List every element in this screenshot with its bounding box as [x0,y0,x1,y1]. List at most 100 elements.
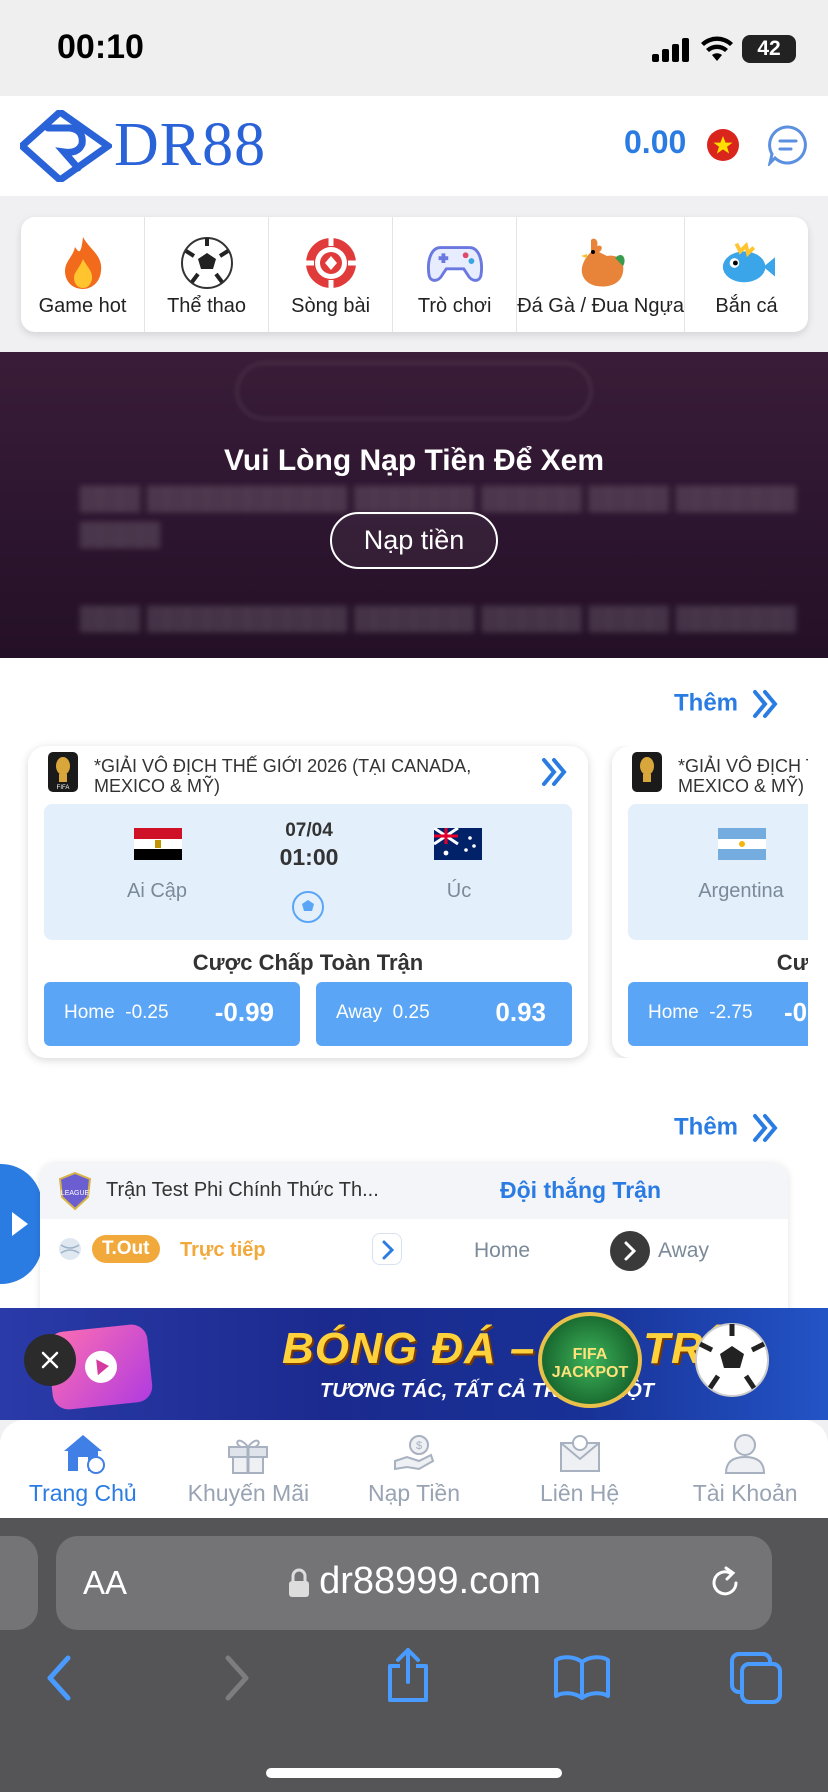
match-card[interactable]: *GIẢI VÔ ĐỊCH THẾ GIỚI 2026 (TẠI CANADA,… [612,746,808,1058]
chevron-right-icon [382,1240,395,1260]
match-card-clip: *GIẢI VÔ ĐỊCH THẾ GIỚI 2026 (TẠI CANADA,… [600,746,808,1058]
category-fishing[interactable]: Bắn cá [685,217,808,332]
status-bar: 00:10 42 [0,0,828,96]
blurred-text: ▇▇▇▇ [80,518,160,548]
mail-icon [556,1430,604,1476]
fire-icon [55,235,111,291]
home-team-name: Ai Cập [126,880,188,902]
category-games[interactable]: Trò chơi [393,217,518,332]
category-bar: Game hot Thể thao Sòng bài Trò chơi Đá G… [21,217,808,332]
back-icon[interactable] [42,1654,76,1702]
deposit-button[interactable]: Nạp tiền [330,512,498,569]
vietnam-flag-icon[interactable] [706,128,740,162]
browser-toolbar: AA dr88999.com [0,1518,828,1792]
deposit-required-message: Vui Lòng Nạp Tiền Để Xem [223,444,605,477]
soccer-ball-icon [179,235,235,291]
league-name: *GIẢI VÔ ĐỊCH THẾ GIỚI 2026 (TẠI CANADA,… [94,756,472,796]
fifa-trophy-icon: FIFA [48,752,78,792]
category-sports[interactable]: Thể thao [145,217,270,332]
double-chevron-right-icon [752,1114,778,1142]
bookmarks-icon[interactable] [552,1652,612,1700]
previous-tab-edge[interactable] [0,1536,38,1630]
svg-text:$: $ [416,1440,422,1452]
user-icon [721,1430,769,1476]
double-chevron-right-icon [752,690,778,718]
close-ad-button[interactable] [24,1334,76,1386]
tennis-ball-icon [59,1238,81,1260]
more-link[interactable]: Thêm [674,1112,781,1144]
soccer-ball-icon [292,891,324,923]
league-badge-icon: LEAGUE [58,1171,92,1211]
match-title: Trận Test Phi Chính Thức Th... [106,1179,379,1201]
away-odds-button[interactable]: Away 0.25 0.93 [316,982,572,1046]
league-name: *GIẢI VÔ ĐỊCH THẾ GIỚI 2026 (TẠI CANADA,… [678,756,808,796]
svg-text:LEAGUE: LEAGUE [61,1190,90,1197]
fifa-trophy-icon [632,752,662,792]
address-bar[interactable]: AA dr88999.com [56,1536,772,1630]
fifa-jackpot-badge: FIFA JACKPOT [538,1312,642,1408]
cellular-signal-icon [652,38,692,62]
match-card[interactable]: FIFA *GIẢI VÔ ĐỊCH THẾ GIỚI 2026 (TẠI CA… [28,746,588,1058]
blurred-text: ▇▇▇ ▇▇▇▇▇▇▇▇▇▇ ▇▇▇▇▇▇ ▇▇▇▇▇ ▇▇▇▇ ▇▇▇▇▇▇ [80,602,796,632]
market-title: Cược Chấp Toàn Trận [192,950,424,975]
away-label: Away [658,1239,709,1262]
tab-contact[interactable]: Liên Hệ [497,1420,663,1518]
market-title: Cược Chấp Toàn Trận [776,950,808,975]
home-odds-button[interactable]: Home -0.25 -0.99 [44,982,300,1046]
rooster-icon [573,235,629,291]
blurred-text: ▇▇▇ ▇▇▇▇▇▇▇▇▇▇ ▇▇▇▇▇▇ ▇▇▇▇▇ ▇▇▇▇ ▇▇▇▇▇▇ [80,482,796,512]
site-header: DR88 0.00 [0,96,828,196]
locked-stream-banner: ▇▇▇ ▇▇▇▇▇▇▇▇▇▇ ▇▇▇▇▇▇ ▇▇▇▇▇ ▇▇▇▇ ▇▇▇▇▇▇ … [0,352,828,658]
chat-icon[interactable] [767,124,809,166]
promo-ad-banner[interactable]: BÓNG ĐÁ – GẢI TRÍ TƯƠNG TÁC, TẤT CẢ TRON… [0,1308,828,1420]
lock-icon [289,1568,310,1597]
panel-header: LEAGUE Trận Test Phi Chính Thức Th... Độ… [40,1163,788,1219]
match-date: 07/04 [285,820,333,841]
casino-chip-icon [303,235,359,291]
promo-title: BÓNG ĐÁ – GẢI TRÍ [282,1324,718,1373]
forward-icon[interactable] [220,1654,254,1702]
share-icon[interactable] [384,1646,432,1704]
home-odds-button[interactable]: Home -2.75 -0 [628,982,808,1046]
deposit-icon: $ [390,1430,438,1476]
main-content: Thêm FIFA *GIẢI VÔ ĐỊCH THẾ GIỚI 2026 (T… [0,658,828,1308]
play-arrow-icon [12,1212,28,1236]
australia-flag-icon [434,828,482,860]
play-icon [84,1350,117,1383]
tab-promotions[interactable]: Khuyến Mãi [166,1420,332,1518]
home-label: Home [474,1239,531,1262]
double-chevron-right-icon[interactable] [538,756,570,788]
chevron-right-icon [624,1241,637,1261]
match-info: Argentina [628,804,808,940]
side-drawer-tab[interactable] [0,1164,42,1284]
argentina-flag-icon [718,828,766,860]
tabs-icon[interactable] [728,1650,784,1706]
home-indicator [266,1768,562,1778]
close-icon [41,1351,59,1369]
logo-text[interactable]: DR88 [114,110,266,181]
reload-icon[interactable] [706,1564,744,1602]
tab-deposit[interactable]: $ Nạp Tiền [331,1420,497,1518]
fish-icon [719,235,775,291]
battery-indicator: 42 [742,35,796,63]
category-cockfight-racing[interactable]: Đá Gà / Đua Ngựa [517,217,685,332]
url-text: dr88999.com [56,1560,772,1603]
wallet-balance[interactable]: 0.00 [624,124,686,161]
tab-account[interactable]: Tài Khoản [662,1420,828,1518]
category-game-hot[interactable]: Game hot [21,217,146,332]
status-time: 00:10 [57,28,144,66]
expand-button[interactable] [372,1233,402,1265]
gamepad-icon [426,235,483,291]
market-title: Đội thắng Trận [500,1177,661,1203]
scroll-right-button[interactable] [610,1231,650,1271]
away-team-name: Úc [446,880,472,902]
category-casino[interactable]: Sòng bài [269,217,394,332]
timeout-badge: T.Out [92,1235,160,1263]
logo-mark-icon[interactable] [20,110,112,182]
egypt-flag-icon [134,828,182,860]
bottom-tab-bar: Trang Chủ Khuyến Mãi $ Nạp Tiền Liên Hệ … [0,1420,828,1518]
svg-text:FIFA: FIFA [57,785,70,791]
home-icon [59,1430,107,1476]
tab-home[interactable]: Trang Chủ [0,1420,166,1518]
more-link[interactable]: Thêm [674,688,781,720]
